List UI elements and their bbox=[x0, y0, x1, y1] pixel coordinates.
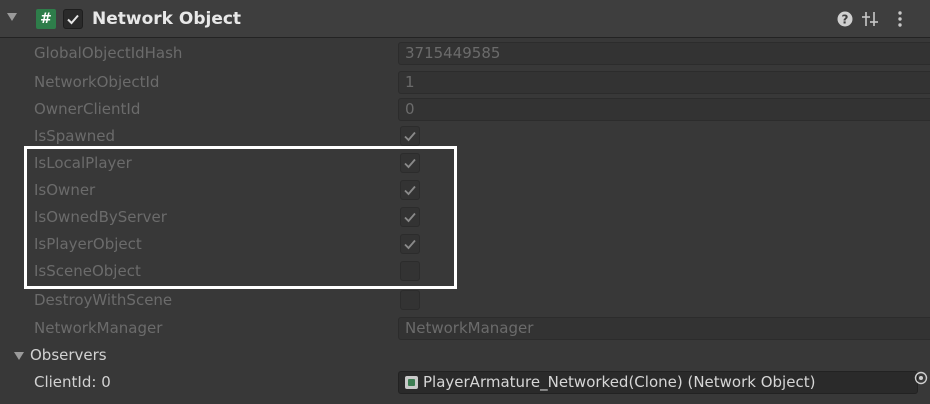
owner-client-id-label: OwnerClientId bbox=[34, 100, 141, 118]
component-enabled-checkbox[interactable] bbox=[63, 9, 83, 29]
is-spawned-label: IsSpawned bbox=[34, 127, 115, 145]
checkmark-icon bbox=[404, 212, 416, 223]
is-owned-by-server-label: IsOwnedByServer bbox=[34, 208, 167, 226]
observers-foldout[interactable]: Observers bbox=[0, 342, 930, 369]
network-manager-label: NetworkManager bbox=[34, 319, 163, 337]
network-manager-field: NetworkManager bbox=[398, 317, 930, 340]
owner-client-id-field: 0 bbox=[398, 98, 930, 121]
owner-client-id-row: OwnerClientId 0 bbox=[0, 96, 930, 123]
help-icon[interactable]: ? bbox=[836, 9, 854, 29]
is-player-object-label: IsPlayerObject bbox=[34, 235, 142, 253]
component-header[interactable]: # Network Object ? bbox=[0, 0, 930, 38]
is-scene-object-row: IsSceneObject bbox=[0, 258, 930, 285]
checkmark-icon bbox=[67, 14, 79, 25]
is-scene-object-label: IsSceneObject bbox=[34, 262, 141, 280]
object-picker-icon[interactable] bbox=[914, 371, 928, 385]
global-object-id-hash-row: GlobalObjectIdHash 3715449585 bbox=[0, 40, 930, 67]
network-object-id-field: 1 bbox=[398, 71, 930, 94]
context-menu-icon[interactable] bbox=[890, 9, 910, 29]
observer-client-id-label: ClientId: 0 bbox=[34, 373, 111, 391]
global-object-id-hash-label: GlobalObjectIdHash bbox=[34, 44, 183, 62]
checkmark-icon bbox=[404, 158, 416, 169]
svg-text:?: ? bbox=[842, 13, 849, 27]
is-player-object-checkbox bbox=[400, 234, 420, 254]
network-object-id-row: NetworkObjectId 1 bbox=[0, 69, 930, 96]
checkmark-icon bbox=[404, 131, 416, 142]
is-scene-object-checkbox bbox=[400, 261, 420, 281]
component-title: Network Object bbox=[92, 9, 242, 29]
is-owner-checkbox bbox=[400, 180, 420, 200]
observers-label: Observers bbox=[30, 346, 107, 364]
destroy-with-scene-checkbox bbox=[400, 290, 420, 310]
is-spawned-checkbox bbox=[400, 126, 420, 146]
observer-object-field[interactable]: PlayerArmature_Networked(Clone) (Network… bbox=[398, 371, 918, 394]
is-local-player-row: IsLocalPlayer bbox=[0, 150, 930, 177]
is-owned-by-server-checkbox bbox=[400, 207, 420, 227]
global-object-id-hash-field: 3715449585 bbox=[398, 42, 930, 65]
is-owner-row: IsOwner bbox=[0, 177, 930, 204]
inspector-panel: # Network Object ? GlobalObjectIdHash 37… bbox=[0, 0, 930, 404]
destroy-with-scene-label: DestroyWithScene bbox=[34, 291, 173, 309]
network-object-id-label: NetworkObjectId bbox=[34, 73, 160, 91]
observer-item: ClientId: 0 PlayerArmature_Networked(Clo… bbox=[0, 369, 930, 396]
checkmark-icon bbox=[404, 185, 416, 196]
network-object-icon bbox=[405, 376, 418, 389]
observer-object-value: PlayerArmature_Networked(Clone) (Network… bbox=[423, 373, 816, 391]
is-owner-label: IsOwner bbox=[34, 181, 96, 199]
foldout-arrow-icon[interactable] bbox=[14, 352, 24, 360]
is-local-player-checkbox bbox=[400, 153, 420, 173]
collapse-arrow-icon[interactable] bbox=[7, 13, 17, 21]
preset-icon[interactable] bbox=[860, 9, 880, 29]
is-owned-by-server-row: IsOwnedByServer bbox=[0, 204, 930, 231]
checkmark-icon bbox=[404, 239, 416, 250]
script-icon: # bbox=[36, 9, 56, 29]
is-spawned-row: IsSpawned bbox=[0, 123, 930, 150]
destroy-with-scene-row: DestroyWithScene bbox=[0, 287, 930, 314]
is-player-object-row: IsPlayerObject bbox=[0, 231, 930, 258]
network-manager-row: NetworkManager NetworkManager bbox=[0, 315, 930, 342]
is-local-player-label: IsLocalPlayer bbox=[34, 154, 132, 172]
